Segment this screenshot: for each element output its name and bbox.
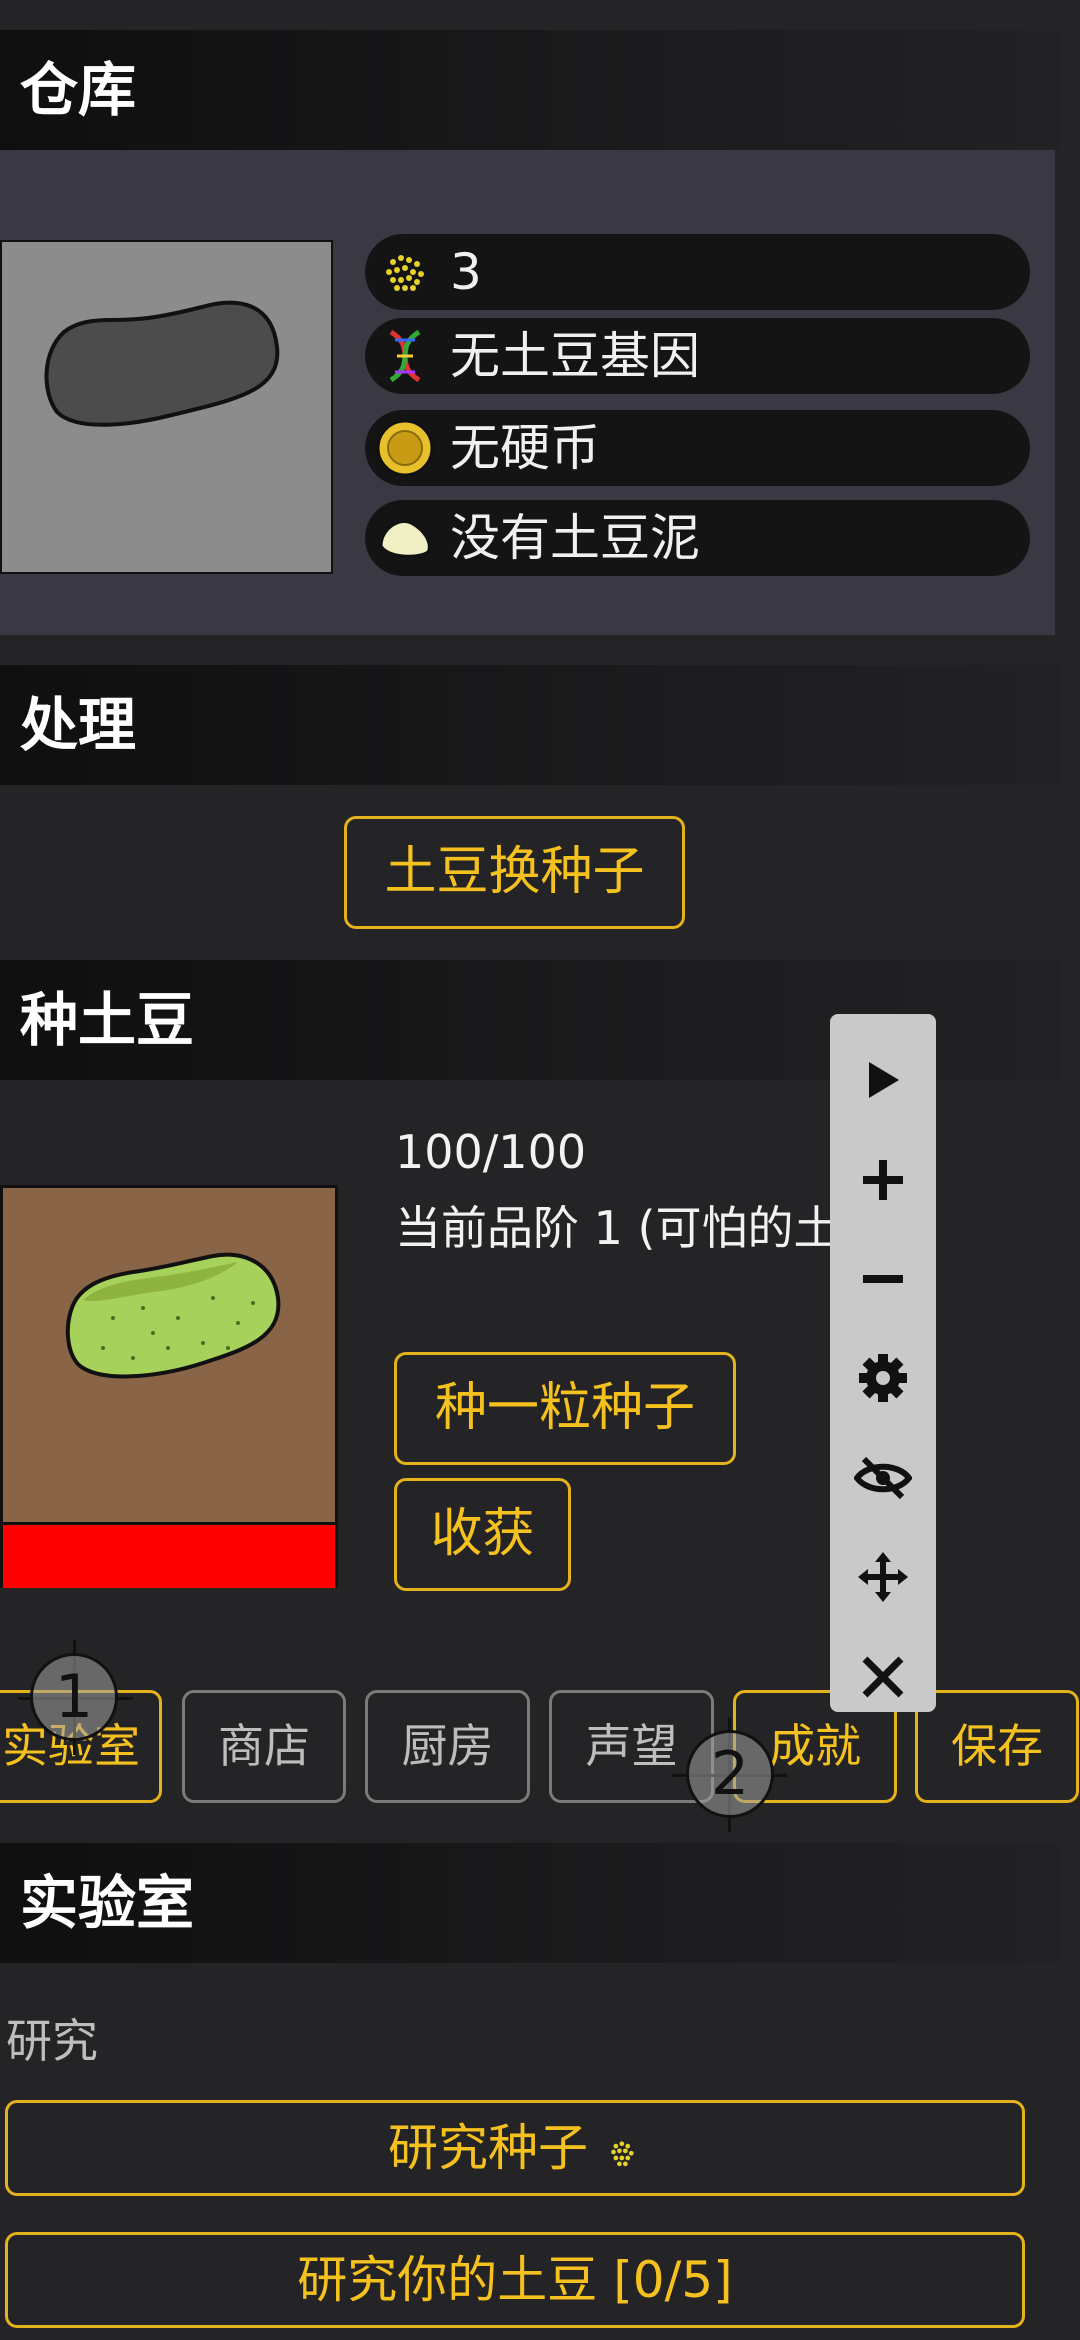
process-title: 处理 [20, 691, 137, 759]
close-button[interactable] [830, 1637, 936, 1717]
rotten-potato-icon [44, 300, 280, 427]
warehouse-header: 仓库 [0, 30, 1060, 150]
move-icon [858, 1552, 908, 1602]
genes-status: 无土豆基因 [450, 327, 700, 385]
warehouse-title: 仓库 [20, 56, 137, 124]
minus-icon [863, 1275, 903, 1283]
marker-2-label: 2 [710, 1739, 750, 1809]
research-seeds-label: 研究种子 [388, 2119, 589, 2177]
process-header: 处理 [0, 665, 1060, 785]
potato-to-seeds-label: 土豆换种子 [384, 842, 645, 902]
seeds-icon [611, 2140, 634, 2166]
research-seeds-button[interactable]: 研究种子 [5, 2100, 1025, 2196]
coin-icon [376, 419, 434, 477]
growth-progress-bar [3, 1522, 335, 1588]
dna-icon [389, 329, 421, 383]
play-icon [869, 1062, 899, 1098]
inventory-panel: 3 无土豆基因 无硬币 没有土豆泥 [0, 150, 1055, 635]
gear-icon [859, 1354, 907, 1402]
settings-button[interactable] [830, 1338, 936, 1418]
research-potato-button[interactable]: 研究你的土豆 [0/5] [5, 2232, 1025, 2328]
mash-status: 没有土豆泥 [450, 509, 700, 567]
plant-seed-button[interactable]: 种一粒种子 [394, 1352, 736, 1465]
mash-icon [379, 520, 431, 558]
tab-kitchen[interactable]: 厨房 [365, 1690, 530, 1803]
potato-plot [0, 1185, 338, 1588]
close-icon [862, 1656, 904, 1698]
inventory-coins: 无硬币 [365, 410, 1030, 486]
potato-to-seeds-button[interactable]: 土豆换种子 [344, 816, 685, 929]
growth-progress-fill [3, 1525, 335, 1588]
inventory-mash: 没有土豆泥 [365, 500, 1030, 576]
eye-off-icon [854, 1456, 912, 1500]
marker-2-circle: 2 [686, 1730, 774, 1818]
zoom-out-button[interactable] [830, 1239, 936, 1319]
tab-kitchen-label: 厨房 [401, 1719, 494, 1773]
tab-shop[interactable]: 商店 [182, 1690, 346, 1803]
lab-header: 实验室 [0, 1843, 1060, 1963]
move-button[interactable] [830, 1537, 936, 1617]
inventory-seeds: 3 [365, 234, 1030, 310]
zoom-in-button[interactable] [830, 1140, 936, 1220]
lab-title: 实验室 [20, 1869, 195, 1937]
tab-achievements-label: 成就 [769, 1719, 861, 1773]
plant-seed-label: 种一粒种子 [434, 1378, 695, 1438]
tab-prestige-label: 声望 [585, 1719, 678, 1773]
tab-save-label: 保存 [951, 1719, 1043, 1773]
research-label: 研究 [6, 2014, 98, 2068]
marker-1-label: 1 [54, 1662, 94, 1732]
harvest-label: 收获 [430, 1504, 535, 1564]
inventory-genes: 无土豆基因 [365, 318, 1030, 394]
play-button[interactable] [830, 1040, 936, 1120]
tab-shop-label: 商店 [218, 1719, 310, 1773]
harvest-button[interactable]: 收获 [394, 1478, 571, 1591]
seeds-icon [379, 246, 431, 298]
floating-toolbar [830, 1014, 936, 1712]
potato-image [0, 240, 333, 574]
hide-button[interactable] [830, 1438, 936, 1518]
potato-plant-icon [65, 1252, 281, 1379]
seeds-count: 3 [450, 243, 482, 301]
research-potato-label: 研究你的土豆 [0/5] [297, 2251, 733, 2309]
plant-title: 种土豆 [20, 986, 195, 1054]
plus-icon [863, 1160, 903, 1200]
growth-progress-text: 100/100 [395, 1125, 587, 1179]
marker-1-circle: 1 [30, 1653, 118, 1741]
coins-status: 无硬币 [450, 419, 600, 477]
tab-save[interactable]: 保存 [915, 1690, 1079, 1803]
quality-text: 当前品阶 1 (可怕的土豆) [395, 1201, 904, 1255]
